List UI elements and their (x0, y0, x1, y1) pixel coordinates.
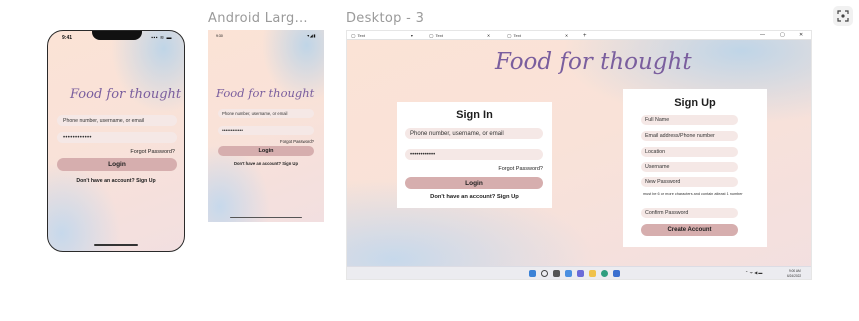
signup-panel: Sign Up Full Name Email address/Phone nu… (623, 89, 767, 247)
new-password-input[interactable]: New Password (641, 177, 738, 187)
view-toggle-button[interactable] (833, 6, 853, 26)
minimize-button[interactable]: — (760, 32, 765, 38)
signin-login-button[interactable]: Login (405, 177, 543, 189)
browser-tab-1[interactable]: ◯ Text ▾ (351, 32, 413, 39)
browser-tab-2[interactable]: ◯ Text ✕ (429, 32, 490, 39)
signin-heading: Sign In (456, 109, 493, 121)
android-nav-bar (230, 217, 302, 218)
system-tray-icons[interactable]: ⌃ ᯤ ◀ ▬ (745, 270, 762, 276)
app-title: Food for thought (70, 87, 182, 102)
tab-globe-icon: ◯ (351, 33, 356, 38)
tab-close-icon[interactable]: ✕ (487, 33, 490, 38)
identifier-input[interactable]: Phone number, username, or email (57, 115, 177, 126)
frame-label-android[interactable]: Android Larg... (208, 11, 308, 26)
signin-identifier-input[interactable]: Phone number, username, or email (405, 128, 543, 139)
store-icon[interactable] (613, 270, 620, 277)
screen-capture-icon (837, 10, 849, 22)
tab-close-icon[interactable]: ✕ (565, 33, 568, 38)
tab-globe-icon: ◯ (507, 33, 512, 38)
android-signup-prompt-link[interactable]: Don't have an account? Sign Up (208, 161, 324, 166)
android-frame[interactable]: 9:30 ▾◢▮ Food for thought Phone number, … (208, 30, 324, 222)
close-window-button[interactable]: ✕ (799, 32, 803, 38)
android-password-input[interactable]: •••••••••••• (218, 126, 314, 135)
tray-time: 9:00 AM (789, 269, 801, 273)
chat-icon[interactable] (577, 270, 584, 277)
iphone-frame[interactable]: 9:41 ▪▪▪ ≋ ▬ Food for thought Phone numb… (47, 30, 185, 252)
signin-forgot-password-link[interactable]: Forgot Password? (498, 166, 543, 172)
taskbar: ⌃ ᯤ ◀ ▬ 9:00 AM 6/24/2022 (347, 266, 811, 279)
android-identifier-input[interactable]: Phone number, username, or email (218, 109, 314, 118)
frame-label-desktop[interactable]: Desktop - 3 (346, 11, 424, 26)
file-explorer-icon[interactable] (589, 270, 596, 277)
tab-globe-icon: ◯ (429, 33, 434, 38)
login-button[interactable]: Login (57, 158, 177, 171)
browser-tab-3[interactable]: ◯ Text ✕ (507, 32, 568, 39)
forgot-password-link[interactable]: Forgot Password? (130, 149, 175, 155)
task-view-icon[interactable] (553, 270, 560, 277)
home-indicator (94, 244, 138, 246)
signin-signup-prompt-link[interactable]: Don't have an account? Sign Up (397, 194, 552, 200)
signin-password-input[interactable]: •••••••••••• (405, 149, 543, 160)
tab-label: Text (357, 33, 365, 38)
location-input[interactable]: Location (641, 147, 738, 157)
widgets-icon[interactable] (565, 270, 572, 277)
signup-heading: Sign Up (674, 97, 716, 109)
start-icon[interactable] (529, 270, 536, 277)
android-status-time: 9:30 (216, 34, 223, 38)
create-account-button[interactable]: Create Account (641, 224, 738, 236)
android-status-icons: ▾◢▮ (307, 33, 316, 38)
tab-label: Text (435, 33, 443, 38)
tray-date: 6/24/2022 (787, 274, 802, 278)
desktop-app-title: Food for thought (495, 49, 692, 75)
android-forgot-password-link[interactable]: Forgot Password? (280, 139, 314, 144)
edge-browser-icon[interactable] (601, 270, 608, 277)
confirm-password-input[interactable]: Confirm Password (641, 208, 738, 218)
password-input[interactable]: •••••••••••• (57, 132, 177, 143)
browser-tab-bar: ◯ Text ▾ ◯ Text ✕ ◯ Text ✕ + — ▢ ✕ (347, 31, 811, 40)
figma-canvas: Android Larg... Desktop - 3 9:41 ▪▪▪ ≋ ▬… (0, 0, 859, 321)
tab-label: Text (513, 33, 521, 38)
tab-dropdown-icon: ▾ (410, 33, 413, 38)
status-time: 9:41 (62, 35, 73, 41)
new-tab-button[interactable]: + (583, 32, 587, 39)
signin-panel: Sign In Phone number, username, or email… (397, 102, 552, 208)
android-login-button[interactable]: Login (218, 146, 314, 156)
desktop-frame[interactable]: ◯ Text ▾ ◯ Text ✕ ◯ Text ✕ + — ▢ ✕ Food … (346, 30, 812, 280)
maximize-button[interactable]: ▢ (780, 32, 785, 38)
phone-notch (92, 31, 142, 40)
status-icons: ▪▪▪ ≋ ▬ (151, 35, 172, 41)
password-hint: must be 6 or more characters and contain… (643, 192, 743, 196)
search-icon[interactable] (541, 270, 548, 277)
full-name-input[interactable]: Full Name (641, 115, 738, 125)
android-app-title: Food for thought (216, 86, 315, 100)
username-input[interactable]: Username (641, 162, 738, 172)
signup-prompt-link[interactable]: Don't have an account? Sign Up (48, 178, 184, 184)
email-phone-input[interactable]: Email address/Phone number (641, 131, 738, 141)
